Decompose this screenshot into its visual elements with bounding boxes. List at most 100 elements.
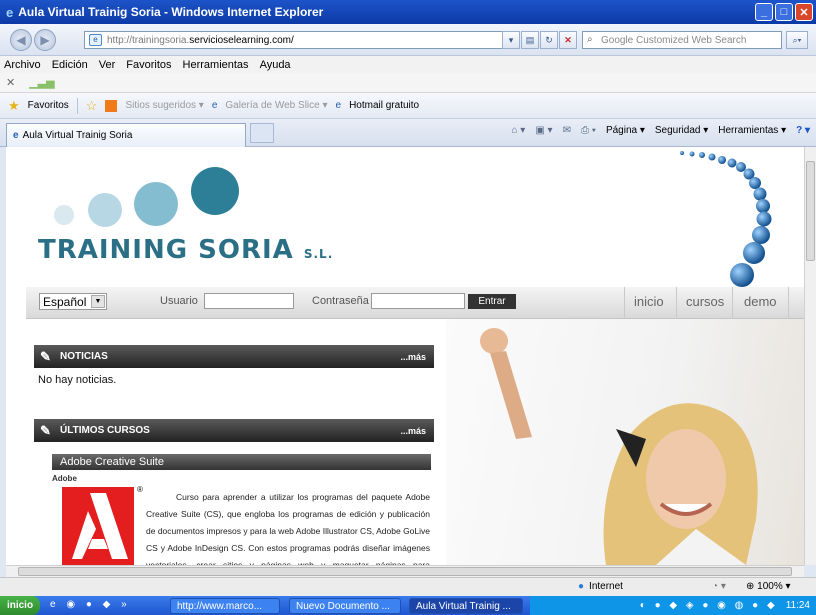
brand-suffix: S.L. [303,247,334,261]
security-zone[interactable]: ● Internet [578,581,623,592]
registered-mark: ® [137,485,143,494]
safety-menu[interactable]: Seguridad ▾ [655,125,708,136]
menu-herramientas[interactable]: Herramientas [183,59,249,71]
taskbar-item-browser-1[interactable]: http://www.marco... [170,598,280,614]
logo-circle-3 [134,182,178,226]
address-toolbar: ◀ ▶ e http://trainingsoria. servicioselea… [0,24,816,56]
tab-aula-virtual[interactable]: e Aula Virtual Trainig Soria [6,123,246,147]
search-placeholder: Google Customized Web Search [601,34,747,46]
nav-demo[interactable]: demo [744,294,777,309]
language-select[interactable]: Español ▼ [39,293,107,310]
courses-title: ÚLTIMOS CURSOS [60,425,150,436]
courses-more-link[interactable]: ...más [400,426,426,436]
suggested-sites-icon [105,99,118,112]
search-button[interactable]: ⌕▾ [786,31,808,49]
protected-mode-icon[interactable]: ◔ ▾ [712,581,726,592]
page-menu[interactable]: Página ▾ [606,125,645,136]
help-icon[interactable]: ? ▾ [796,125,810,136]
address-domain: servicioselearning.com/ [189,34,294,46]
course-title[interactable]: Adobe Creative Suite [52,454,431,470]
decorative-spheres [680,151,772,287]
logo-circle-4 [191,167,239,215]
stop-icon: ✕ [564,34,572,45]
signal-bars-icon: ▁▃▅ [29,77,55,89]
news-empty-text: No hay noticias. [38,374,117,386]
add-favorite-icon[interactable]: ☆ [86,98,98,114]
forward-button[interactable]: ▶ [34,29,56,51]
address-dropdown-button[interactable]: ▾ [502,31,520,49]
taskbar-item-document[interactable]: Nuevo Documento ... [289,598,401,614]
favorites-separator [76,97,78,114]
woman-cheering-image [480,328,758,565]
suggested-sites-link[interactable]: Sitios sugeridos ▾ [125,100,203,111]
pencil-icon: ✎ [40,349,51,364]
stop-button[interactable]: ✕ [559,31,577,49]
site-logo[interactable]: TRAINING SORIA S.L. [38,235,333,265]
password-input[interactable] [371,293,465,309]
magnifier-icon: ⌕▾ [792,34,802,45]
course-description: Curso para aprender a utilizar los progr… [146,492,430,565]
brand-name: TRAINING SORIA [38,235,294,265]
login-button[interactable]: Entrar [468,294,516,309]
taskbar: inicio e ◉ ● ◆ » http://www.marco... Nue… [0,596,816,615]
page-icon: e [89,34,102,46]
favorites-bar: ★ Favoritos ☆ Sitios sugeridos ▾ e Galer… [0,93,816,119]
hotmail-link[interactable]: Hotmail gratuito [349,100,419,111]
password-label: Contraseña [312,295,369,307]
home-icon[interactable]: ⌂ ▾ [511,125,525,136]
zoom-icon: ⊕ [746,581,755,592]
site-header: TRAINING SORIA S.L. [6,147,804,287]
close-toolbar-icon[interactable]: ✕ [6,76,15,89]
logo-circle-1 [54,205,74,225]
menu-archivo[interactable]: Archivo [4,59,41,71]
horizontal-scroll-thumb[interactable] [18,567,792,576]
site-nav-bar: Español ▼ Usuario Contraseña Entrar inici… [26,287,804,319]
nav-inicio[interactable]: inicio [634,294,664,309]
menu-ayuda[interactable]: Ayuda [260,59,291,71]
vertical-scrollbar[interactable] [804,147,816,565]
favorites-button[interactable]: Favoritos [28,100,69,111]
nav-cursos[interactable]: cursos [686,294,724,309]
taskbar-item-aula-virtual[interactable]: Aula Virtual Trainig ... [409,598,523,614]
quick-launch-icons[interactable]: e ◉ ● ◆ » [50,599,131,610]
refresh-button[interactable]: ↻ [540,31,558,49]
tab-page-icon: e [13,130,19,141]
adobe-logo-icon [62,487,134,565]
refresh-icon: ↻ [545,34,553,45]
tray-icons[interactable]: ◐ ● ◆ ◈ ● ◉ ◍ ● ◆ [640,600,778,611]
address-bar[interactable]: e http://trainingsoria. servicioselearnin… [84,31,514,49]
compatibility-view-button[interactable]: ▤ [521,31,539,49]
menu-favoritos[interactable]: Favoritos [126,59,171,71]
hero-photo [446,319,804,565]
back-button[interactable]: ◀ [10,29,32,51]
news-header: ✎ NOTICIAS ...más [34,345,434,368]
tools-menu[interactable]: Herramientas ▾ [718,125,786,136]
mail-icon[interactable]: ✉ [563,125,571,136]
nav-separator [788,287,789,319]
web-slice-gallery-link[interactable]: Galería de Web Slice ▾ [225,100,327,111]
news-more-link[interactable]: ...más [400,352,426,362]
window-title-bar[interactable]: e Aula Virtual Trainig Soria - Windows I… [0,0,816,24]
menu-bar: Archivo Edición Ver Favoritos Herramient… [0,56,816,73]
horizontal-scrollbar[interactable] [6,565,804,577]
nav-separator [732,287,733,319]
nav-separator [676,287,677,319]
vertical-scroll-thumb[interactable] [806,161,815,261]
start-button[interactable]: inicio [0,596,40,615]
print-icon[interactable]: ⎙ ▾ [581,125,596,136]
menu-edicion[interactable]: Edición [52,59,88,71]
feeds-icon[interactable]: ▣ ▾ [535,125,552,136]
new-tab-button[interactable] [250,123,274,143]
language-value: Español [43,294,87,309]
menu-ver[interactable]: Ver [99,59,116,71]
close-button[interactable]: ✕ [795,3,813,21]
tab-title: Aula Virtual Trainig Soria [22,130,133,141]
search-input[interactable]: ⌕ Google Customized Web Search [582,31,782,49]
username-input[interactable] [204,293,294,309]
minimize-button[interactable]: _ [755,3,773,21]
maximize-button[interactable]: □ [775,3,793,21]
username-label: Usuario [160,295,198,307]
address-prefix: http://trainingsoria. [107,34,190,46]
zoom-control[interactable]: ⊕ 100% ▾ [746,581,791,592]
secondary-toolbar: ✕ ▁▃▅ [0,73,816,93]
